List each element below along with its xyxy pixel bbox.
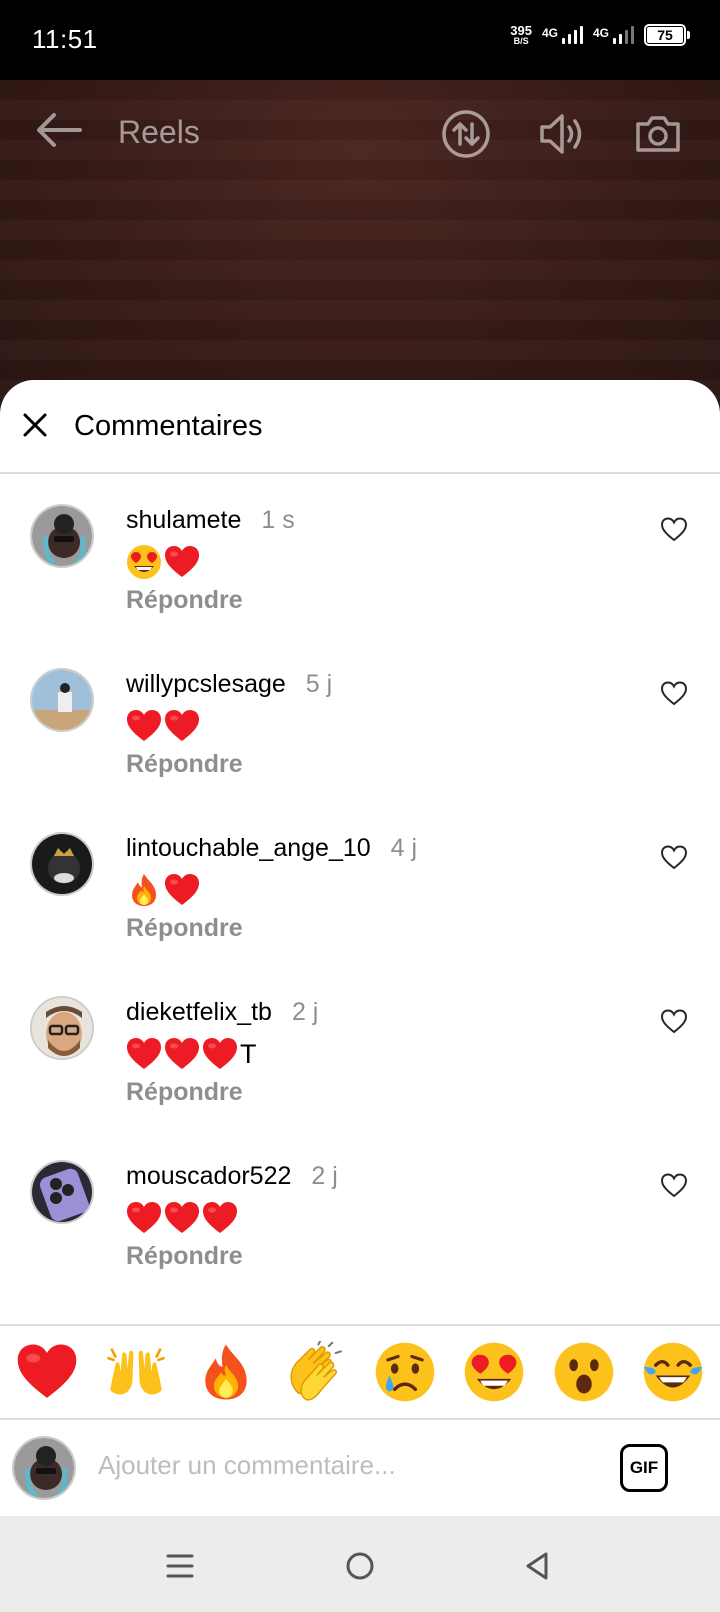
heart-emoji	[126, 1036, 162, 1072]
clapping-hands-reaction-button[interactable]	[284, 1341, 346, 1403]
network-speed: 395 B/S	[510, 24, 532, 46]
gif-button[interactable]: GIF	[620, 1444, 668, 1492]
status-time: 11:51	[32, 24, 98, 54]
comment-time: 4 j	[390, 834, 418, 862]
back-arrow-icon[interactable]	[34, 110, 84, 150]
like-heart-icon[interactable]	[660, 1008, 688, 1034]
status-bar: 11:51 395 B/S 4G 4G 75	[0, 0, 720, 80]
avatar[interactable]	[30, 668, 94, 732]
heart-emoji	[164, 544, 200, 580]
comment-time: 5 j	[305, 670, 333, 698]
comment-time: 1 s	[261, 506, 295, 534]
heart-emoji	[126, 1200, 162, 1236]
fire-emoji	[126, 872, 162, 908]
comment-item: mouscador522 2 j Répondre	[0, 1130, 720, 1294]
heart-emoji	[164, 708, 200, 744]
sim2-label: 4G	[592, 26, 609, 40]
reply-button[interactable]: Répondre	[126, 1078, 243, 1107]
heart-emoji	[164, 1036, 200, 1072]
reels-header: Reels	[0, 80, 720, 190]
sound-icon[interactable]	[536, 108, 588, 160]
status-indicators: 395 B/S 4G 4G 75	[510, 24, 690, 46]
battery-icon: 75	[644, 24, 690, 46]
reply-button[interactable]: Répondre	[126, 750, 243, 779]
comment-composer: Ajouter un commentaire... GIF	[0, 1420, 720, 1516]
sheet-header: Commentaires	[0, 380, 720, 474]
username-text[interactable]: dieketfelix_tb	[126, 998, 272, 1026]
like-heart-icon[interactable]	[660, 844, 688, 870]
comment-text: T	[126, 1036, 257, 1072]
heart-emoji	[164, 872, 200, 908]
avatar[interactable]	[30, 832, 94, 896]
comment-username[interactable]: shulamete 1 s	[126, 506, 295, 535]
reply-button[interactable]: Répondre	[126, 1242, 243, 1271]
username-text[interactable]: willypcslesage	[126, 670, 286, 698]
current-user-avatar	[12, 1436, 76, 1500]
astonished-face-reaction-button[interactable]	[553, 1341, 615, 1403]
swap-icon[interactable]	[440, 108, 492, 160]
heart-eyes-emoji	[126, 544, 162, 580]
like-heart-icon[interactable]	[660, 516, 688, 542]
reels-title: Reels	[118, 114, 200, 150]
back-icon[interactable]	[518, 1546, 558, 1586]
comment-item: shulamete 1 s Répondre	[0, 474, 720, 638]
comment-item: dieketfelix_tb 2 j T Répondre	[0, 966, 720, 1130]
username-text[interactable]: shulamete	[126, 506, 241, 534]
avatar[interactable]	[30, 996, 94, 1060]
crying-face-reaction-button[interactable]	[374, 1341, 436, 1403]
comment-text	[126, 544, 200, 580]
home-icon[interactable]	[340, 1546, 380, 1586]
comment-time: 2 j	[291, 998, 319, 1026]
comment-username[interactable]: dieketfelix_tb 2 j	[126, 998, 318, 1027]
comment-time: 2 j	[311, 1162, 338, 1190]
recent-apps-icon[interactable]	[160, 1546, 200, 1586]
comment-text	[126, 872, 200, 908]
reply-button[interactable]: Répondre	[126, 914, 243, 943]
comment-username[interactable]: lintouchable_ange_10 4 j	[126, 834, 417, 863]
battery-level: 75	[647, 27, 683, 43]
like-heart-icon[interactable]	[660, 1172, 688, 1198]
sim1-label: 4G	[541, 26, 558, 40]
tears-of-joy-reaction-button[interactable]	[642, 1341, 704, 1403]
comment-input[interactable]: Ajouter un commentaire...	[98, 1450, 396, 1481]
network-speed-unit: B/S	[513, 36, 529, 46]
heart-eyes-reaction-button[interactable]	[463, 1341, 525, 1403]
comment-username[interactable]: mouscador522 2 j	[126, 1162, 338, 1191]
camera-icon[interactable]	[632, 108, 684, 160]
signal-1-icon: 4G	[542, 26, 583, 44]
comment-text	[126, 1200, 238, 1236]
comment-list: shulamete 1 s Répondre willypcslesage 5 j …	[0, 474, 720, 1294]
comment-item: willypcslesage 5 j Répondre	[0, 638, 720, 802]
like-heart-icon[interactable]	[660, 680, 688, 706]
heart-reaction-button[interactable]	[16, 1341, 78, 1403]
comments-sheet: Commentaires shulamete 1 s Répondre willy…	[0, 380, 720, 1516]
heart-emoji	[202, 1036, 238, 1072]
heart-emoji	[164, 1200, 200, 1236]
comment-suffix-text: T	[240, 1038, 257, 1069]
avatar[interactable]	[30, 1160, 94, 1224]
close-icon[interactable]	[20, 410, 50, 440]
heart-emoji	[202, 1200, 238, 1236]
comment-username[interactable]: willypcslesage 5 j	[126, 670, 332, 699]
username-text[interactable]: mouscador522	[126, 1162, 291, 1190]
quick-reaction-bar	[0, 1324, 720, 1420]
system-nav-bar	[0, 1516, 720, 1612]
comment-text	[126, 708, 200, 744]
signal-2-icon: 4G	[593, 26, 634, 44]
reply-button[interactable]: Répondre	[126, 586, 243, 615]
avatar[interactable]	[30, 504, 94, 568]
raised-hands-reaction-button[interactable]	[105, 1341, 167, 1403]
sheet-title: Commentaires	[74, 410, 263, 442]
username-text[interactable]: lintouchable_ange_10	[126, 834, 371, 862]
fire-reaction-button[interactable]	[195, 1341, 257, 1403]
comment-item: lintouchable_ange_10 4 j Répondre	[0, 802, 720, 966]
heart-emoji	[126, 708, 162, 744]
